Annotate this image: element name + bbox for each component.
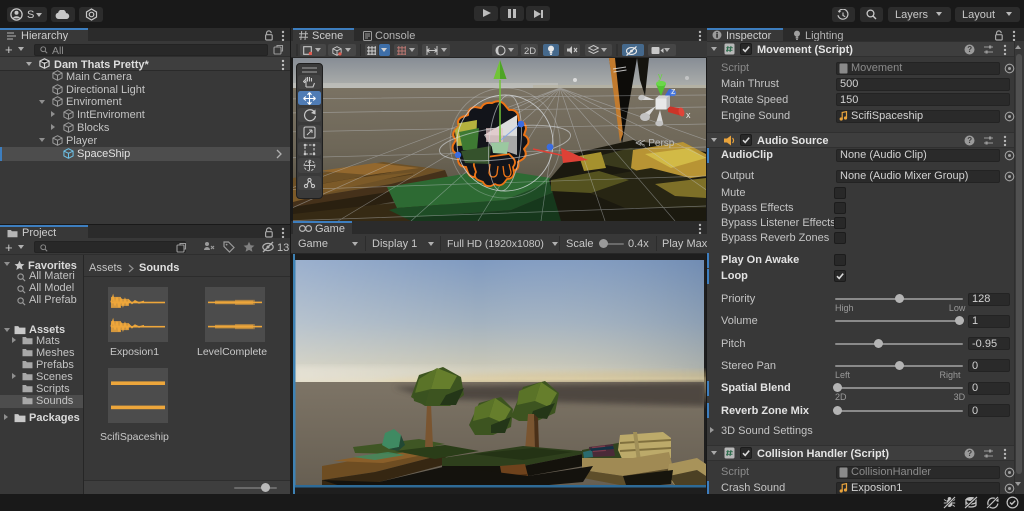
- svg-text:≪ Persp: ≪ Persp: [635, 138, 675, 149]
- svg-text:?: ?: [967, 449, 972, 458]
- svg-text:?: ?: [967, 45, 972, 54]
- svg-text:?: ?: [967, 136, 972, 145]
- svg-text:x: x: [686, 110, 691, 120]
- svg-text:y: y: [658, 71, 663, 81]
- svg-text:z: z: [671, 86, 676, 96]
